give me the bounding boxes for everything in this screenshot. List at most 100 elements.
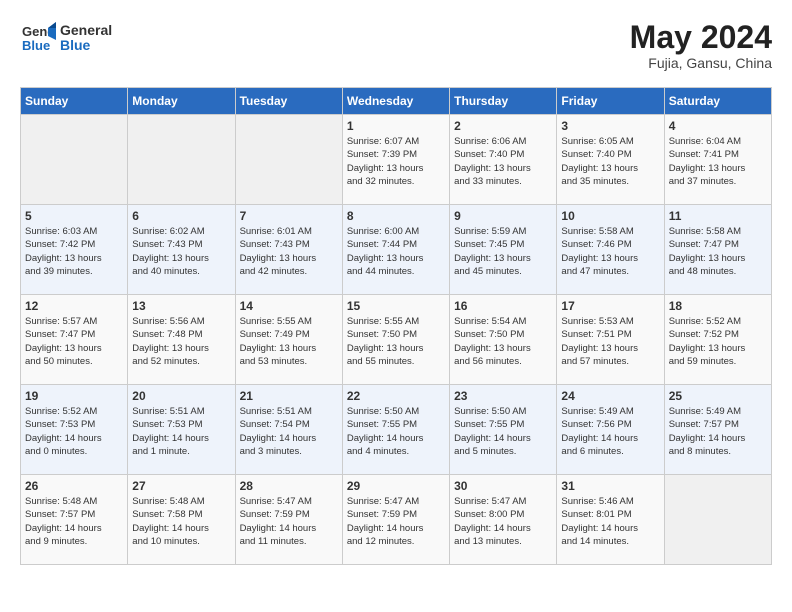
calendar-cell [21, 115, 128, 205]
day-header-wednesday: Wednesday [342, 88, 449, 115]
day-number: 21 [240, 389, 338, 403]
cell-info: Sunrise: 5:47 AM Sunset: 7:59 PM Dayligh… [240, 495, 338, 548]
calendar-week-row: 12 Sunrise: 5:57 AM Sunset: 7:47 PM Dayli… [21, 295, 772, 385]
calendar-cell: 20Sunrise: 5:51 AM Sunset: 7:53 PM Dayli… [128, 385, 235, 475]
calendar-cell: 19 Sunrise: 5:52 AM Sunset: 7:53 PM Dayli… [21, 385, 128, 475]
calendar-cell: 5 Sunrise: 6:03 AM Sunset: 7:42 PM Daylig… [21, 205, 128, 295]
svg-text:Blue: Blue [22, 38, 50, 53]
month-year-title: May 2024 [630, 20, 772, 55]
calendar-cell: 10 Sunrise: 5:58 AM Sunset: 7:46 PM Dayli… [557, 205, 664, 295]
cell-info: Sunrise: 6:04 AM Sunset: 7:41 PM Dayligh… [669, 135, 767, 188]
cell-info: Sunrise: 5:47 AM Sunset: 8:00 PM Dayligh… [454, 495, 552, 548]
calendar-cell: 21 Sunrise: 5:51 AM Sunset: 7:54 PM Dayli… [235, 385, 342, 475]
calendar-table: SundayMondayTuesdayWednesdayThursdayFrid… [20, 87, 772, 565]
day-number: 25 [669, 389, 767, 403]
calendar-cell: 1Sunrise: 6:07 AM Sunset: 7:39 PM Daylig… [342, 115, 449, 205]
days-header-row: SundayMondayTuesdayWednesdayThursdayFrid… [21, 88, 772, 115]
day-number: 19 [25, 389, 123, 403]
day-number: 1 [347, 119, 445, 133]
day-header-monday: Monday [128, 88, 235, 115]
day-number: 24 [561, 389, 659, 403]
cell-info: Sunrise: 5:53 AM Sunset: 7:51 PM Dayligh… [561, 315, 659, 368]
calendar-week-row: 26Sunrise: 5:48 AM Sunset: 7:57 PM Dayli… [21, 475, 772, 565]
calendar-cell: 11 Sunrise: 5:58 AM Sunset: 7:47 PM Dayli… [664, 205, 771, 295]
calendar-cell: 30 Sunrise: 5:47 AM Sunset: 8:00 PM Dayli… [450, 475, 557, 565]
calendar-week-row: 19 Sunrise: 5:52 AM Sunset: 7:53 PM Dayli… [21, 385, 772, 475]
day-number: 20 [132, 389, 230, 403]
cell-info: Sunrise: 5:49 AM Sunset: 7:56 PM Dayligh… [561, 405, 659, 458]
cell-info: Sunrise: 6:01 AM Sunset: 7:43 PM Dayligh… [240, 225, 338, 278]
cell-info: Sunrise: 6:05 AM Sunset: 7:40 PM Dayligh… [561, 135, 659, 188]
logo-general-text: General [60, 23, 112, 38]
day-number: 23 [454, 389, 552, 403]
calendar-cell: 8 Sunrise: 6:00 AM Sunset: 7:44 PM Daylig… [342, 205, 449, 295]
calendar-cell: 3 Sunrise: 6:05 AM Sunset: 7:40 PM Daylig… [557, 115, 664, 205]
day-number: 8 [347, 209, 445, 223]
calendar-week-row: 5 Sunrise: 6:03 AM Sunset: 7:42 PM Daylig… [21, 205, 772, 295]
logo-blue-text: Blue [60, 38, 112, 53]
calendar-cell [664, 475, 771, 565]
title-section: May 2024 Fujia, Gansu, China [630, 20, 772, 71]
calendar-cell: 12 Sunrise: 5:57 AM Sunset: 7:47 PM Dayli… [21, 295, 128, 385]
cell-info: Sunrise: 5:54 AM Sunset: 7:50 PM Dayligh… [454, 315, 552, 368]
day-number: 2 [454, 119, 552, 133]
day-number: 17 [561, 299, 659, 313]
day-number: 10 [561, 209, 659, 223]
day-header-tuesday: Tuesday [235, 88, 342, 115]
cell-info: Sunrise: 5:58 AM Sunset: 7:47 PM Dayligh… [669, 225, 767, 278]
cell-info: Sunrise: 5:55 AM Sunset: 7:49 PM Dayligh… [240, 315, 338, 368]
calendar-cell [235, 115, 342, 205]
day-number: 22 [347, 389, 445, 403]
calendar-cell: 25 Sunrise: 5:49 AM Sunset: 7:57 PM Dayli… [664, 385, 771, 475]
day-header-thursday: Thursday [450, 88, 557, 115]
cell-info: Sunrise: 5:47 AM Sunset: 7:59 PM Dayligh… [347, 495, 445, 548]
cell-info: Sunrise: 5:46 AM Sunset: 8:01 PM Dayligh… [561, 495, 659, 548]
cell-info: Sunrise: 5:57 AM Sunset: 7:47 PM Dayligh… [25, 315, 123, 368]
calendar-cell: 2 Sunrise: 6:06 AM Sunset: 7:40 PM Daylig… [450, 115, 557, 205]
day-number: 30 [454, 479, 552, 493]
cell-info: Sunrise: 5:56 AM Sunset: 7:48 PM Dayligh… [132, 315, 230, 368]
cell-info: Sunrise: 6:02 AM Sunset: 7:43 PM Dayligh… [132, 225, 230, 278]
day-header-friday: Friday [557, 88, 664, 115]
cell-info: Sunrise: 5:49 AM Sunset: 7:57 PM Dayligh… [669, 405, 767, 458]
day-number: 29 [347, 479, 445, 493]
day-number: 13 [132, 299, 230, 313]
day-number: 14 [240, 299, 338, 313]
calendar-cell: 14 Sunrise: 5:55 AM Sunset: 7:49 PM Dayli… [235, 295, 342, 385]
cell-info: Sunrise: 5:52 AM Sunset: 7:53 PM Dayligh… [25, 405, 123, 458]
calendar-cell: 7Sunrise: 6:01 AM Sunset: 7:43 PM Daylig… [235, 205, 342, 295]
calendar-week-row: 1Sunrise: 6:07 AM Sunset: 7:39 PM Daylig… [21, 115, 772, 205]
calendar-cell: 15Sunrise: 5:55 AM Sunset: 7:50 PM Dayli… [342, 295, 449, 385]
day-header-sunday: Sunday [21, 88, 128, 115]
day-number: 27 [132, 479, 230, 493]
calendar-cell: 27 Sunrise: 5:48 AM Sunset: 7:58 PM Dayli… [128, 475, 235, 565]
cell-info: Sunrise: 5:50 AM Sunset: 7:55 PM Dayligh… [454, 405, 552, 458]
day-number: 3 [561, 119, 659, 133]
logo-icon: General Blue [20, 20, 56, 56]
cell-info: Sunrise: 5:58 AM Sunset: 7:46 PM Dayligh… [561, 225, 659, 278]
day-number: 9 [454, 209, 552, 223]
cell-info: Sunrise: 6:03 AM Sunset: 7:42 PM Dayligh… [25, 225, 123, 278]
cell-info: Sunrise: 6:06 AM Sunset: 7:40 PM Dayligh… [454, 135, 552, 188]
day-number: 15 [347, 299, 445, 313]
cell-info: Sunrise: 5:51 AM Sunset: 7:54 PM Dayligh… [240, 405, 338, 458]
calendar-cell: 18Sunrise: 5:52 AM Sunset: 7:52 PM Dayli… [664, 295, 771, 385]
day-number: 12 [25, 299, 123, 313]
calendar-cell: 4 Sunrise: 6:04 AM Sunset: 7:41 PM Daylig… [664, 115, 771, 205]
cell-info: Sunrise: 6:00 AM Sunset: 7:44 PM Dayligh… [347, 225, 445, 278]
cell-info: Sunrise: 5:48 AM Sunset: 7:58 PM Dayligh… [132, 495, 230, 548]
day-number: 11 [669, 209, 767, 223]
calendar-cell: 23 Sunrise: 5:50 AM Sunset: 7:55 PM Dayli… [450, 385, 557, 475]
day-header-saturday: Saturday [664, 88, 771, 115]
calendar-cell: 29 Sunrise: 5:47 AM Sunset: 7:59 PM Dayli… [342, 475, 449, 565]
day-number: 4 [669, 119, 767, 133]
calendar-cell: 26Sunrise: 5:48 AM Sunset: 7:57 PM Dayli… [21, 475, 128, 565]
calendar-cell: 13 Sunrise: 5:56 AM Sunset: 7:48 PM Dayli… [128, 295, 235, 385]
header: General Blue General Blue May 2024 Fujia… [20, 20, 772, 71]
cell-info: Sunrise: 5:48 AM Sunset: 7:57 PM Dayligh… [25, 495, 123, 548]
calendar-cell: 17 Sunrise: 5:53 AM Sunset: 7:51 PM Dayli… [557, 295, 664, 385]
location-subtitle: Fujia, Gansu, China [630, 55, 772, 71]
calendar-header: SundayMondayTuesdayWednesdayThursdayFrid… [21, 88, 772, 115]
day-number: 5 [25, 209, 123, 223]
cell-info: Sunrise: 5:50 AM Sunset: 7:55 PM Dayligh… [347, 405, 445, 458]
